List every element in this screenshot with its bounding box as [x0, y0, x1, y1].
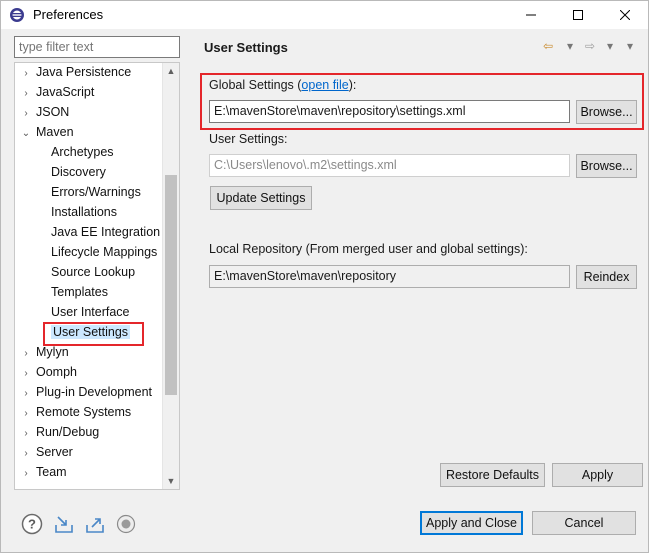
tree-item-label: Server: [36, 445, 73, 459]
import-icon[interactable]: [53, 513, 75, 535]
tree-item-label: User Interface: [51, 305, 130, 319]
tree-item-label: Run/Debug: [36, 425, 100, 439]
update-settings-button[interactable]: Update Settings: [210, 186, 312, 210]
tree-item[interactable]: User Settings: [39, 323, 131, 341]
user-settings-field[interactable]: C:\Users\lenovo\.m2\settings.xml: [209, 154, 570, 177]
preferences-window: Preferences › Java Persistence › JavaScript…: [0, 0, 649, 553]
forward-arrow-icon[interactable]: ⇨: [585, 36, 595, 56]
tree-item-label: User Settings: [51, 325, 131, 339]
tree-item[interactable]: › Java Persistence: [20, 63, 131, 81]
tree-item-label: JSON: [36, 105, 70, 119]
tree-item-label: Oomph: [36, 365, 77, 379]
tree-item-label: Source Lookup: [51, 265, 136, 279]
collapse-arrow-icon[interactable]: ›: [20, 385, 32, 403]
user-browse-button[interactable]: Browse...: [576, 154, 637, 178]
tree-item[interactable]: Errors/Warnings: [39, 183, 141, 201]
tree-item-label: Templates: [51, 285, 108, 299]
tree-item-label: Installations: [51, 205, 118, 219]
help-icon[interactable]: ?: [21, 513, 43, 535]
collapse-arrow-icon[interactable]: ›: [20, 425, 32, 443]
minimize-icon: [526, 14, 536, 16]
tree-item[interactable]: › Oomph: [20, 363, 77, 381]
tree-item[interactable]: › Team: [20, 463, 67, 483]
tree-item-label: Team: [36, 465, 67, 479]
view-menu-icon[interactable]: ▾: [627, 36, 633, 56]
tree-item-label: Lifecycle Mappings: [51, 245, 158, 259]
export-icon[interactable]: [84, 513, 106, 535]
collapse-arrow-icon[interactable]: ›: [20, 105, 32, 123]
eclipse-app-icon: [10, 8, 24, 22]
tree-item[interactable]: › Run/Debug: [20, 423, 99, 441]
local-repository-label: Local Repository (From merged user and g…: [209, 242, 528, 256]
tree-item[interactable]: Discovery: [39, 163, 106, 181]
global-browse-button[interactable]: Browse...: [576, 100, 637, 124]
tree-item[interactable]: › Plug-in Development: [20, 383, 152, 401]
tree-item[interactable]: ⌄ Maven: [20, 123, 74, 141]
filter-input[interactable]: [14, 36, 180, 58]
open-file-link[interactable]: open file: [301, 78, 348, 92]
page-title: User Settings: [204, 40, 288, 55]
apply-and-close-button[interactable]: Apply and Close: [420, 511, 523, 535]
tree-item[interactable]: User Interface: [39, 303, 130, 321]
tree-item-label: Mylyn: [36, 345, 69, 359]
minimize-button[interactable]: [508, 1, 554, 29]
tree-item-label: Errors/Warnings: [51, 185, 141, 199]
tree-item-label: Plug-in Development: [36, 385, 153, 399]
tree-item-label: Java Persistence: [36, 65, 132, 79]
svg-text:?: ?: [28, 517, 36, 532]
preference-tree: › Java Persistence › JavaScript › JSON ⌄ Maven A…: [14, 62, 180, 490]
tree-item-label: Java EE Integration: [51, 225, 161, 239]
cancel-button[interactable]: Cancel: [532, 511, 636, 535]
tree-item[interactable]: Java EE Integration: [39, 223, 160, 241]
collapse-arrow-icon[interactable]: ›: [20, 365, 32, 383]
close-button[interactable]: [602, 1, 648, 29]
reindex-button[interactable]: Reindex: [576, 265, 637, 289]
tree-item-label: Discovery: [51, 165, 106, 179]
tree-item[interactable]: › Remote Systems: [20, 403, 131, 421]
record-icon[interactable]: [115, 513, 137, 535]
tree-item-label: Remote Systems: [36, 405, 132, 419]
tree-item[interactable]: › Server: [20, 443, 73, 461]
tree-item-label: Archetypes: [51, 145, 114, 159]
title-bar: Preferences: [1, 1, 648, 29]
apply-button[interactable]: Apply: [552, 463, 643, 487]
tree-item-label: Maven: [36, 125, 74, 139]
scroll-thumb[interactable]: [165, 175, 177, 395]
back-arrow-icon[interactable]: ⇦: [543, 36, 553, 56]
expand-arrow-icon[interactable]: ⌄: [20, 125, 32, 143]
user-settings-label: User Settings:: [209, 132, 288, 146]
tree-item[interactable]: Templates: [39, 283, 108, 301]
scroll-down-arrow-icon[interactable]: ▼: [163, 473, 179, 489]
local-repository-field: E:\mavenStore\maven\repository: [209, 265, 570, 288]
global-settings-text: Global Settings (: [209, 78, 302, 92]
tree-item[interactable]: Installations: [39, 203, 117, 221]
global-settings-field[interactable]: E:\mavenStore\maven\repository\settings.…: [209, 100, 570, 123]
tree-item-label: JavaScript: [36, 85, 95, 99]
collapse-arrow-icon[interactable]: ›: [20, 445, 32, 463]
global-settings-text-end: ):: [348, 78, 357, 92]
window-title: Preferences: [33, 7, 104, 22]
scroll-up-arrow-icon[interactable]: ▲: [163, 63, 179, 79]
collapse-arrow-icon[interactable]: ›: [20, 405, 32, 423]
collapse-arrow-icon[interactable]: ›: [20, 65, 32, 83]
global-settings-label: Global Settings (open file):: [209, 78, 356, 92]
back-dropdown-icon[interactable]: ▾: [567, 36, 573, 56]
tree-item[interactable]: › JavaScript: [20, 83, 94, 101]
tree-item[interactable]: Lifecycle Mappings: [39, 243, 157, 261]
tree-item[interactable]: › Mylyn: [20, 343, 69, 363]
close-icon: [620, 10, 630, 20]
restore-defaults-button[interactable]: Restore Defaults: [440, 463, 545, 487]
collapse-arrow-icon[interactable]: ›: [20, 345, 32, 363]
collapse-arrow-icon[interactable]: ›: [20, 85, 32, 103]
tree-item[interactable]: Archetypes: [39, 143, 114, 161]
tree-item[interactable]: › JSON: [20, 103, 69, 121]
forward-dropdown-icon[interactable]: ▾: [607, 36, 613, 56]
maximize-icon: [573, 10, 583, 20]
tree-item[interactable]: Source Lookup: [39, 263, 135, 281]
collapse-arrow-icon[interactable]: ›: [20, 465, 32, 483]
tree-scrollbar[interactable]: ▲ ▼: [162, 63, 179, 489]
maximize-button[interactable]: [555, 1, 601, 29]
